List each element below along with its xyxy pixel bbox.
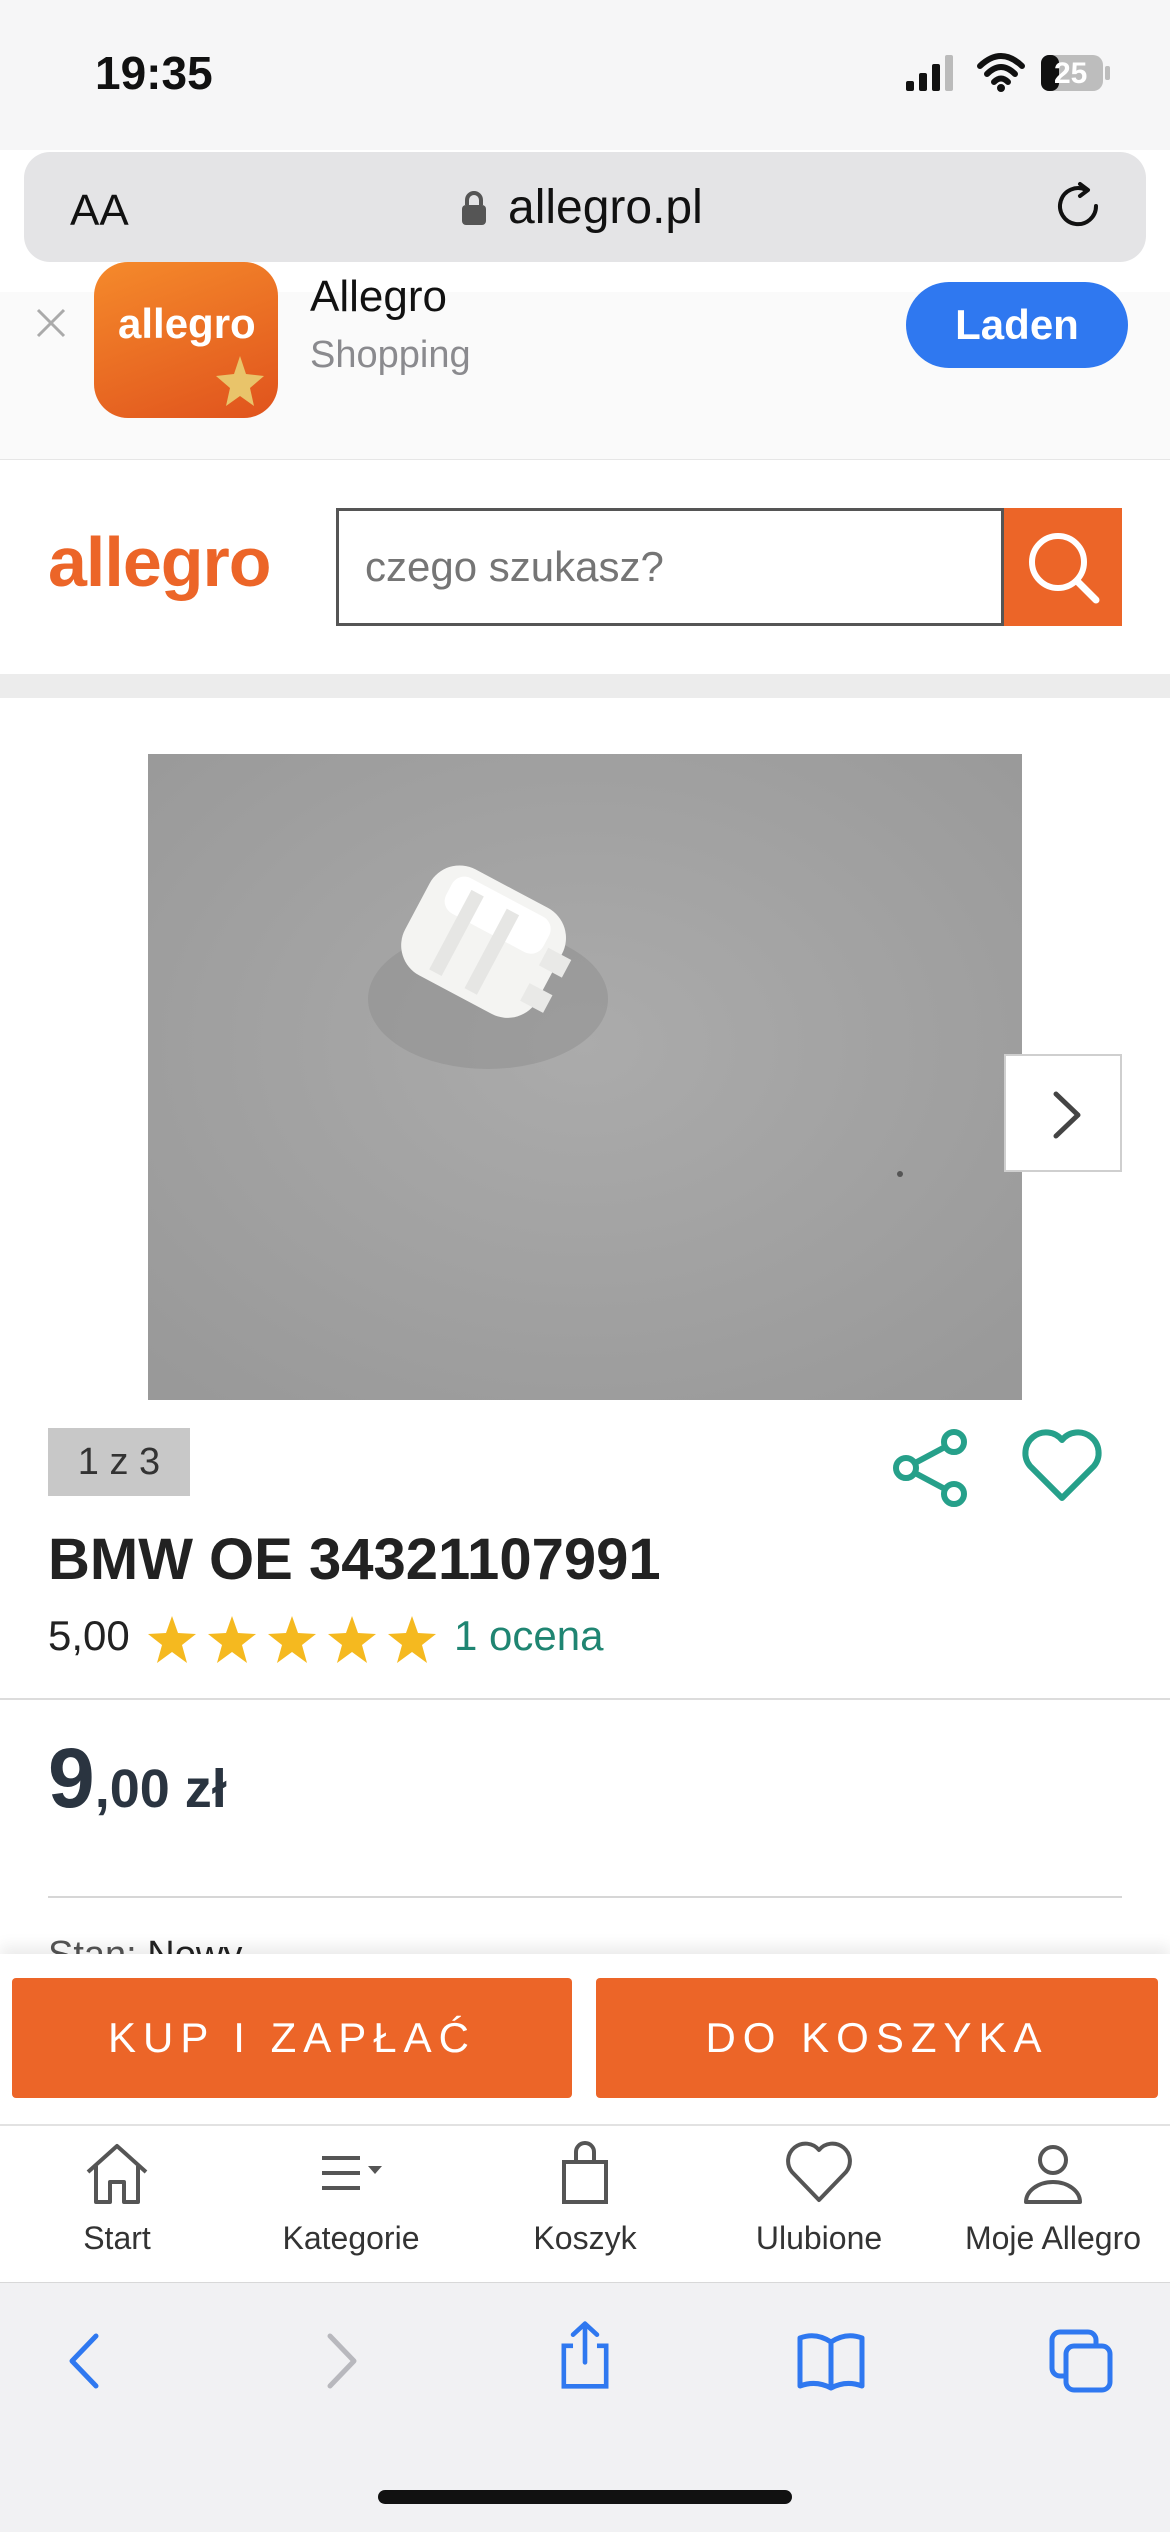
search-button[interactable] bbox=[1004, 508, 1122, 626]
price-rest: ,00 zł bbox=[94, 1759, 227, 1819]
product-photo bbox=[148, 754, 1022, 1400]
favorite-heart-icon[interactable] bbox=[1020, 1426, 1104, 1506]
tabs-icon[interactable] bbox=[1046, 2326, 1116, 2396]
image-counter: 1 z 3 bbox=[48, 1428, 190, 1496]
product-title: BMW OE 34321107991 bbox=[48, 1527, 661, 1592]
rating-value: 5,00 bbox=[48, 1612, 130, 1659]
rating-count-link[interactable]: 1 ocena bbox=[454, 1612, 603, 1660]
tab-ulubione[interactable]: Ulubione bbox=[702, 2140, 936, 2270]
bookmarks-icon[interactable] bbox=[796, 2326, 866, 2396]
text-size-button[interactable]: AA bbox=[70, 186, 129, 236]
app-category: Shopping bbox=[310, 334, 471, 376]
next-image-button[interactable] bbox=[1004, 1054, 1122, 1172]
app-icon: allegro bbox=[94, 262, 278, 418]
allegro-logo[interactable]: allegro bbox=[48, 522, 272, 602]
search-icon bbox=[1029, 533, 1100, 604]
back-icon[interactable] bbox=[52, 2326, 122, 2396]
cellular-signal-icon bbox=[906, 55, 953, 91]
tab-kategorie[interactable]: Kategorie bbox=[234, 2140, 468, 2270]
chevron-right-icon bbox=[1053, 1091, 1081, 1139]
battery-level: 25 bbox=[1054, 57, 1088, 90]
user-icon bbox=[1024, 2145, 1082, 2204]
close-banner-icon[interactable] bbox=[34, 306, 68, 340]
price-main: 9 bbox=[48, 1731, 95, 1825]
tab-koszyk[interactable]: Koszyk bbox=[468, 2140, 702, 2270]
share-icon[interactable] bbox=[890, 1428, 970, 1508]
product-image[interactable] bbox=[148, 754, 1022, 1400]
add-to-cart-button[interactable]: DO KOSZYKA bbox=[596, 1978, 1158, 2098]
product-price: 9,00 zł bbox=[48, 1730, 227, 1827]
wifi-icon bbox=[977, 53, 1025, 92]
buy-now-button[interactable]: KUP I ZAPŁAĆ bbox=[12, 1978, 572, 2098]
divider bbox=[48, 1896, 1122, 1898]
rating-stars bbox=[148, 1616, 436, 1663]
search-input[interactable] bbox=[365, 543, 965, 591]
bag-icon bbox=[562, 2141, 608, 2204]
app-name: Allegro bbox=[310, 272, 447, 321]
section-divider bbox=[0, 674, 1170, 698]
url-text[interactable]: allegro.pl bbox=[508, 180, 703, 235]
share-sheet-icon[interactable] bbox=[550, 2320, 620, 2390]
status-time: 19:35 bbox=[95, 47, 213, 99]
search-box[interactable] bbox=[336, 508, 1004, 626]
open-app-button[interactable]: Laden bbox=[906, 282, 1128, 368]
divider bbox=[0, 1698, 1170, 1700]
reload-icon[interactable] bbox=[1052, 180, 1104, 232]
lock-icon bbox=[462, 191, 486, 225]
battery-icon: 25 bbox=[1040, 54, 1112, 92]
tab-start[interactable]: Start bbox=[0, 2140, 234, 2270]
forward-icon[interactable] bbox=[304, 2326, 374, 2396]
tab-moje-allegro[interactable]: Moje Allegro bbox=[936, 2140, 1170, 2270]
home-indicator bbox=[378, 2490, 792, 2504]
menu-icon bbox=[322, 2156, 382, 2190]
heart-icon bbox=[786, 2141, 852, 2202]
home-icon bbox=[86, 2144, 148, 2204]
